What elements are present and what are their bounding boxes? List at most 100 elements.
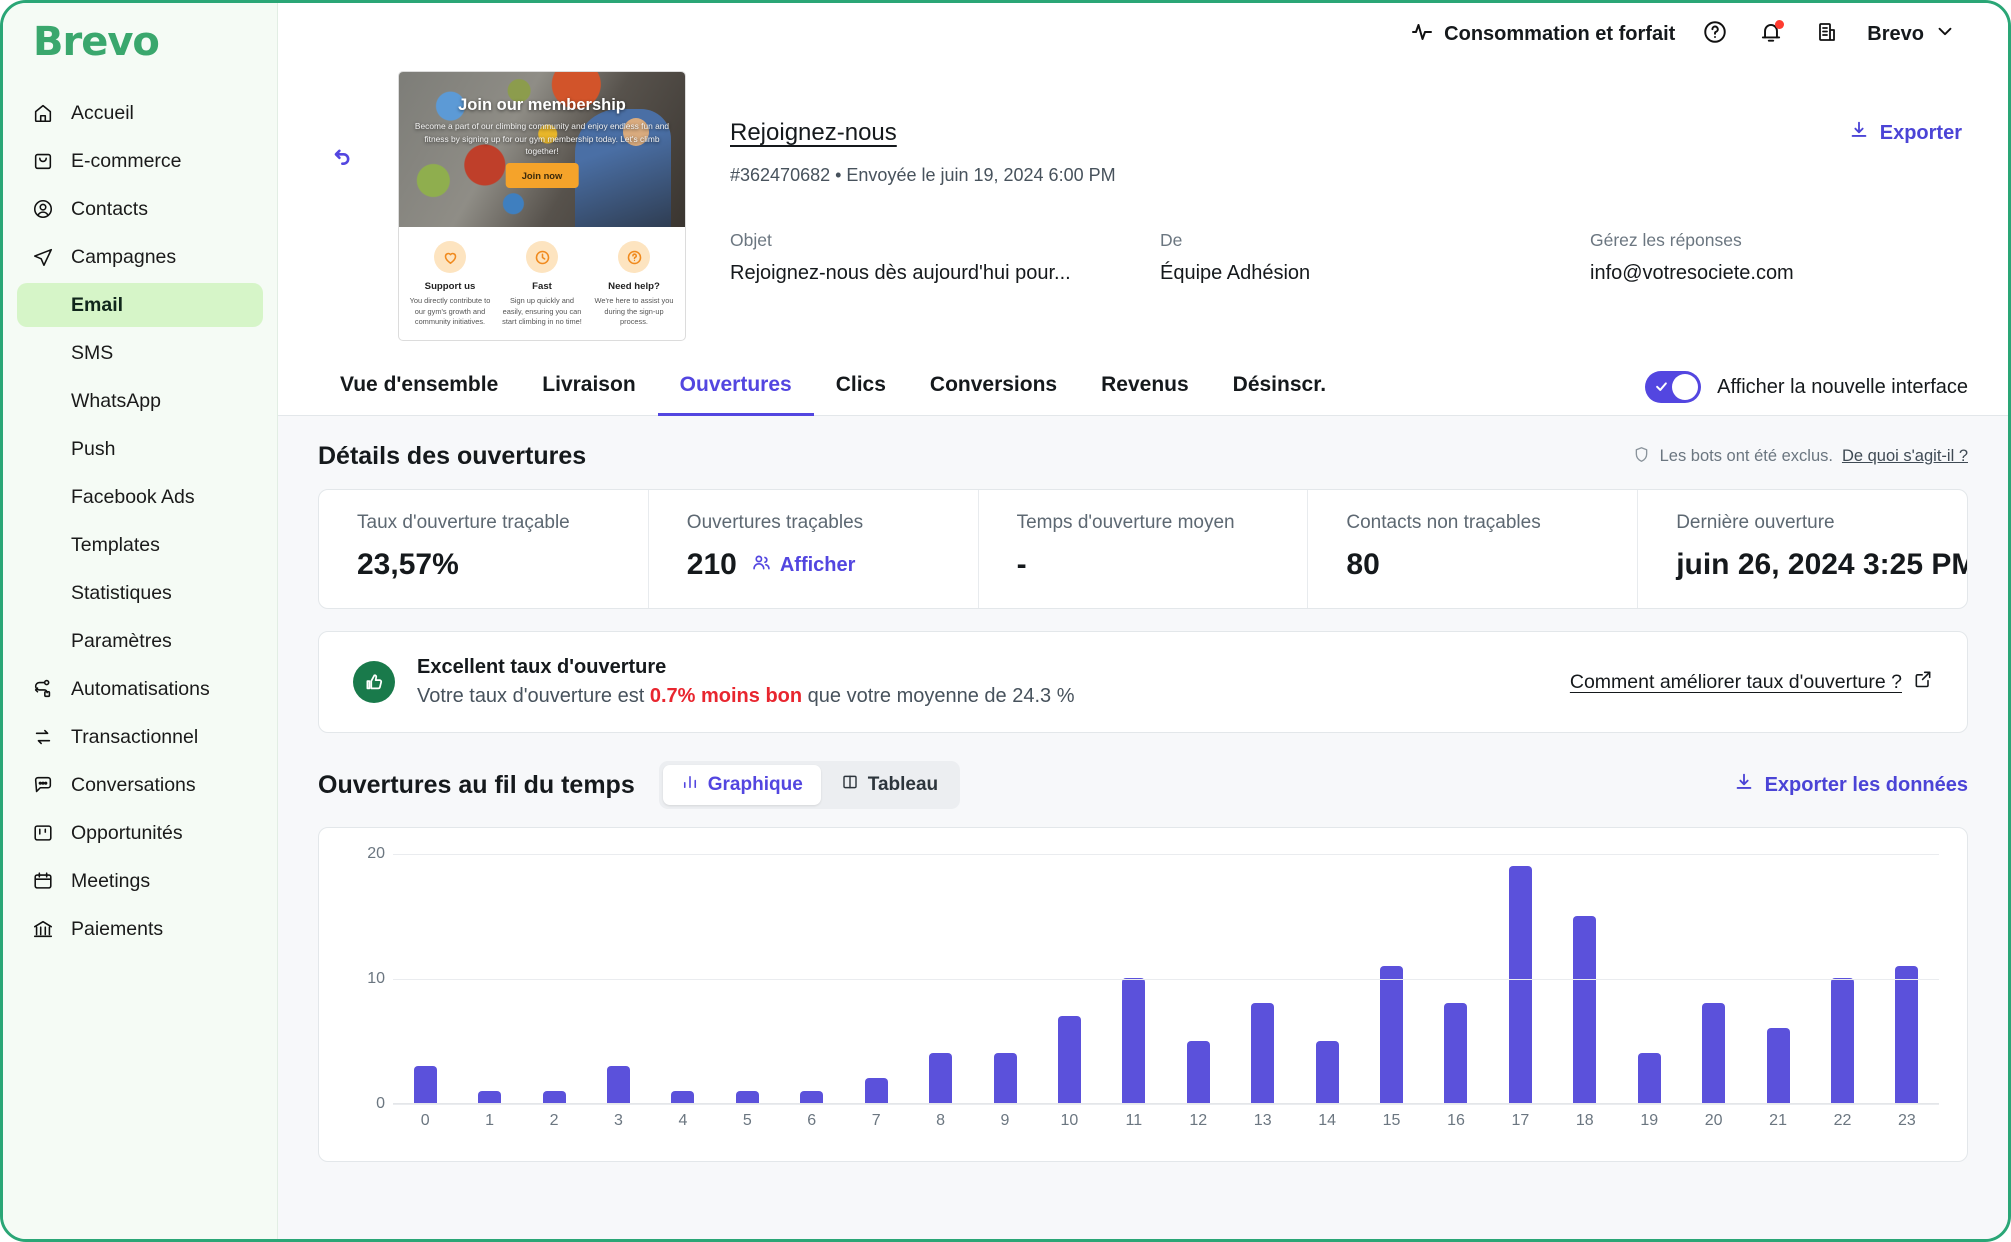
bots-help-link[interactable]: De quoi s'agit-il ? <box>1842 447 1968 466</box>
sidebar-item-parametres[interactable]: Paramètres <box>17 619 263 663</box>
kpi-afficher-link[interactable]: Afficher <box>751 552 856 579</box>
brevo-logo[interactable]: Brevo <box>33 19 277 65</box>
brand: Brevo <box>3 3 277 87</box>
export-button[interactable]: Exporter <box>1848 119 1968 147</box>
campaign-title[interactable]: Rejoignez-nous <box>730 119 1116 147</box>
app-window: Brevo Accueil E-commerce Contacts Campag <box>0 0 2011 1242</box>
tab-revenus[interactable]: Revenus <box>1079 363 1211 416</box>
activity-icon <box>1410 19 1434 49</box>
chart-bar[interactable] <box>478 1091 501 1104</box>
automation-icon <box>31 677 55 701</box>
chevron-down-icon <box>1934 20 1956 48</box>
help-button[interactable] <box>1693 14 1737 54</box>
sidebar-item-facebook-ads[interactable]: Facebook Ads <box>17 475 263 519</box>
chart-bar[interactable] <box>414 1066 437 1104</box>
opens-bar-chart[interactable]: 01234567891011121314151617181920212223 0… <box>347 854 1939 1144</box>
view-tableau-label: Tableau <box>868 774 938 796</box>
sidebar-item-campagnes[interactable]: Campagnes <box>17 235 263 279</box>
sidebar-item-automatisations[interactable]: Automatisations <box>17 667 263 711</box>
download-icon <box>1733 771 1755 799</box>
sidebar-item-accueil[interactable]: Accueil <box>17 91 263 135</box>
view-tableau-button[interactable]: Tableau <box>823 765 956 805</box>
sidebar-item-email[interactable]: Email <box>17 283 263 327</box>
back-button[interactable] <box>318 139 362 183</box>
field-de: De Équipe Adhésion <box>1160 230 1590 285</box>
tabbar: Vue d'ensemble Livraison Ouvertures Clic… <box>278 363 2008 416</box>
chart-bar[interactable] <box>929 1053 952 1103</box>
kpi-label: Contacts non traçables <box>1346 512 1599 534</box>
chart-bar[interactable] <box>1831 978 1854 1103</box>
banner-desc-post: que votre moyenne de 24.3 % <box>802 685 1074 707</box>
toggle-switch[interactable] <box>1645 371 1701 403</box>
tab-vue-densemble[interactable]: Vue d'ensemble <box>318 363 520 416</box>
chart-bar[interactable] <box>1509 866 1532 1104</box>
chart-bar[interactable] <box>607 1066 630 1104</box>
chart-y-tick-label: 0 <box>347 1095 385 1113</box>
sidebar-item-opportunites[interactable]: Opportunités <box>17 811 263 855</box>
building-icon <box>1815 20 1839 49</box>
chart-bar[interactable] <box>1380 966 1403 1104</box>
chart-bar[interactable] <box>1444 1003 1467 1103</box>
toggle-knob <box>1672 374 1698 400</box>
chart-bar[interactable] <box>543 1091 566 1104</box>
sidebar-item-sms[interactable]: SMS <box>17 331 263 375</box>
kpi-value: - <box>1017 548 1027 582</box>
table-icon <box>841 773 859 797</box>
chart-bar[interactable] <box>1573 916 1596 1104</box>
tab-desinscr[interactable]: Désinscr. <box>1211 363 1348 416</box>
sidebar-item-label: Campagnes <box>71 246 176 269</box>
campaign-fields: Objet Rejoignez-nous dès aujourd'hui pou… <box>730 230 1968 285</box>
chart-bar[interactable] <box>994 1053 1017 1103</box>
chart-bar[interactable] <box>736 1091 759 1104</box>
organization-button[interactable] <box>1805 14 1849 54</box>
hero-cta-button[interactable]: Join now <box>506 163 579 188</box>
content-area: Détails des ouvertures Les bots ont été … <box>278 416 2008 1239</box>
user-circle-icon <box>31 197 55 221</box>
notifications-button[interactable] <box>1749 14 1793 54</box>
export-data-button[interactable]: Exporter les données <box>1733 771 1968 799</box>
sidebar-item-transactionnel[interactable]: Transactionnel <box>17 715 263 759</box>
tab-clics[interactable]: Clics <box>814 363 908 416</box>
chart-bar[interactable] <box>865 1078 888 1103</box>
page-title: Détails des ouvertures <box>318 442 586 471</box>
chart-bar[interactable] <box>671 1091 694 1104</box>
chart-bar[interactable] <box>1187 1041 1210 1104</box>
improve-open-rate-link[interactable]: Comment améliorer taux d'ouverture ? <box>1570 669 1933 695</box>
sidebar-item-paiements[interactable]: Paiements <box>17 907 263 951</box>
chart-x-tick-label: 21 <box>1746 1112 1810 1130</box>
usage-and-plan-button[interactable]: Consommation et forfait <box>1398 13 1687 55</box>
chart-bar[interactable] <box>1702 1003 1725 1103</box>
chart-x-tick-label: 22 <box>1810 1112 1874 1130</box>
view-graphique-button[interactable]: Graphique <box>663 765 821 805</box>
bag-icon <box>31 149 55 173</box>
tab-conversions[interactable]: Conversions <box>908 363 1079 416</box>
sidebar-item-statistiques[interactable]: Statistiques <box>17 571 263 615</box>
campaign-thumbnail[interactable]: Join our membership Become a part of our… <box>398 71 686 341</box>
sidebar-item-meetings[interactable]: Meetings <box>17 859 263 903</box>
feature-desc: Sign up quickly and easily, ensuring you… <box>501 296 583 328</box>
chart-x-tick-label: 10 <box>1037 1112 1101 1130</box>
hero-title: Join our membership <box>399 96 685 115</box>
chart-bar[interactable] <box>1058 1016 1081 1104</box>
chart-bar[interactable] <box>1122 978 1145 1103</box>
chart-bar[interactable] <box>1767 1028 1790 1103</box>
view-graphique-label: Graphique <box>708 774 803 796</box>
sidebar-item-contacts[interactable]: Contacts <box>17 187 263 231</box>
chart-bar[interactable] <box>1638 1053 1661 1103</box>
chart-bar[interactable] <box>1251 1003 1274 1103</box>
chart-header: Ouvertures au fil du temps Graphique <box>318 761 1968 809</box>
chart-bar[interactable] <box>1316 1041 1339 1104</box>
tab-livraison[interactable]: Livraison <box>520 363 657 416</box>
sidebar-item-templates[interactable]: Templates <box>17 523 263 567</box>
chart-bar[interactable] <box>800 1091 823 1104</box>
chart-y-tick-label: 20 <box>347 845 385 863</box>
sidebar-item-conversations[interactable]: Conversations <box>17 763 263 807</box>
account-menu[interactable]: Brevo <box>1855 14 1968 54</box>
new-interface-toggle[interactable]: Afficher la nouvelle interface <box>1645 371 1968 415</box>
sidebar-item-whatsapp[interactable]: WhatsApp <box>17 379 263 423</box>
tab-ouvertures[interactable]: Ouvertures <box>658 363 814 416</box>
sidebar-item-push[interactable]: Push <box>17 427 263 471</box>
sidebar-item-ecommerce[interactable]: E-commerce <box>17 139 263 183</box>
field-label: Objet <box>730 230 1160 251</box>
chart-bar[interactable] <box>1895 966 1918 1104</box>
